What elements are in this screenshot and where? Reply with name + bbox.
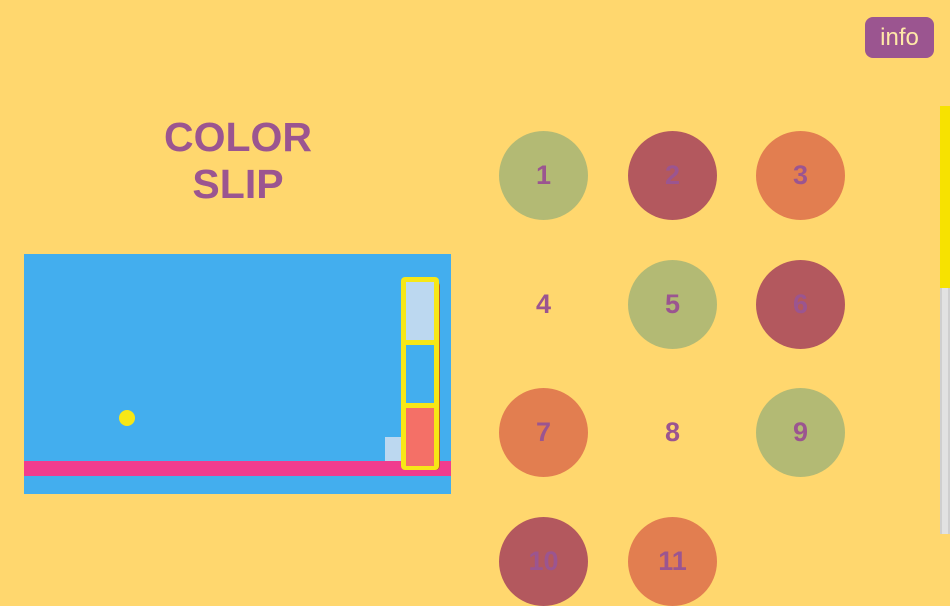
title-line-2: SLIP bbox=[192, 161, 284, 207]
level-button-5[interactable]: 5 bbox=[628, 260, 717, 349]
level-button-7[interactable]: 7 bbox=[499, 388, 588, 477]
level-button-2[interactable]: 2 bbox=[628, 131, 717, 220]
color-switch-segment-red bbox=[406, 408, 434, 466]
level-button-10[interactable]: 10 bbox=[499, 517, 588, 606]
level-button-1[interactable]: 1 bbox=[499, 131, 588, 220]
scrollbar-track-inner bbox=[942, 288, 948, 534]
color-switch bbox=[401, 277, 439, 470]
game-title: COLOR SLIP bbox=[138, 114, 338, 208]
level-button-9[interactable]: 9 bbox=[756, 388, 845, 477]
level-button-11[interactable]: 11 bbox=[628, 517, 717, 606]
color-switch-segment-light bbox=[406, 282, 434, 340]
color-switch-segment-blue bbox=[406, 345, 434, 403]
title-line-1: COLOR bbox=[163, 114, 313, 160]
level-button-8[interactable]: 8 bbox=[628, 388, 717, 477]
level-button-3[interactable]: 3 bbox=[756, 131, 845, 220]
level-button-6[interactable]: 6 bbox=[756, 260, 845, 349]
floor-platform bbox=[24, 461, 451, 476]
player-ball bbox=[119, 410, 135, 426]
game-preview bbox=[24, 254, 451, 494]
info-button[interactable]: info bbox=[865, 17, 934, 58]
level-button-4[interactable]: 4 bbox=[499, 260, 588, 349]
scrollbar-thumb[interactable] bbox=[940, 106, 950, 288]
